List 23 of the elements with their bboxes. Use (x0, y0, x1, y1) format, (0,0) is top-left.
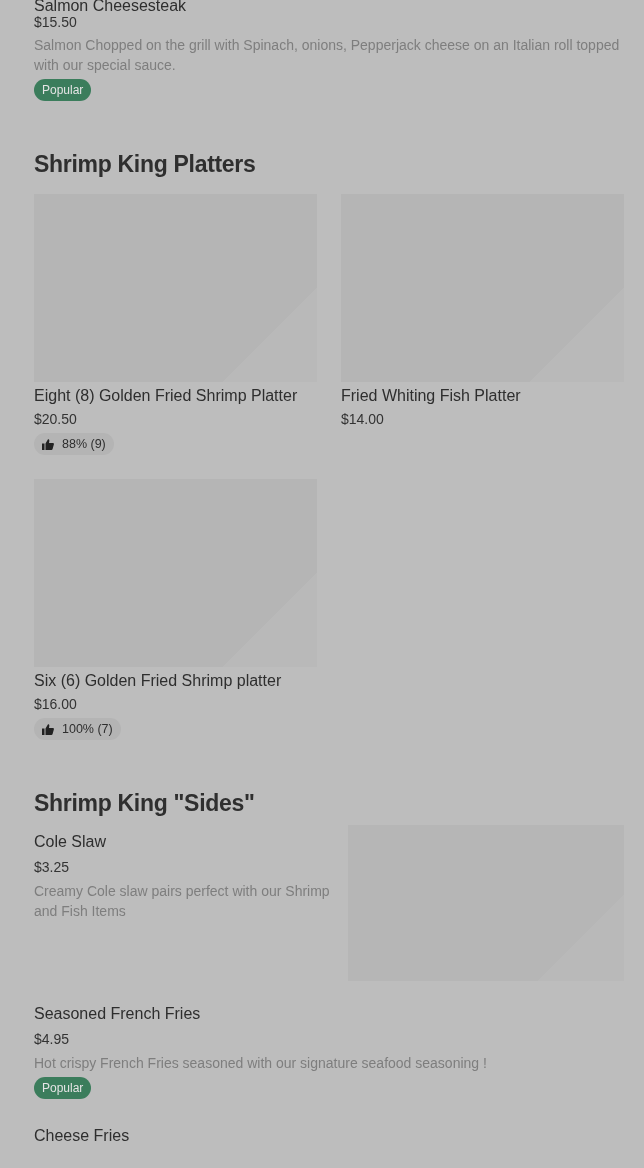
section-heading: Shrimp King "Sides" (34, 790, 256, 817)
item-title[interactable]: Eight (8) Golden Fried Shrimp Platter (34, 387, 317, 405)
item-price: $4.95 (34, 1031, 71, 1047)
item-price: $3.25 (34, 859, 71, 875)
thumbs-up-icon (42, 438, 54, 450)
item-title[interactable]: Seasoned French Fries (34, 1005, 624, 1023)
item-title[interactable]: Six (6) Golden Fried Shrimp platter (34, 672, 317, 690)
thumbs-up-icon (42, 723, 54, 735)
section-heading: Shrimp King Platters (34, 151, 257, 178)
rating-text: 88% (9) (62, 437, 106, 451)
popular-tag: Popular (34, 79, 92, 101)
item-description: Creamy Cole slaw pairs perfect with our Shrimp and Fish Items (34, 882, 331, 921)
item-description: Salmon Chopped on the grill with Spinach, onions, Pepperjack cheese on an Italian roll topped with our special sauce. (34, 36, 621, 75)
item-price: $14.00 (341, 411, 385, 427)
item-description: Hot crispy French Fries seasoned with our signature seafood seasoning ! (34, 1054, 488, 1073)
rating-text: 100% (7) (62, 722, 113, 736)
item-price: $20.50 (34, 411, 78, 427)
item-title[interactable]: Cole Slaw (34, 833, 338, 851)
item-title[interactable]: Fried Whiting Fish Platter (341, 387, 624, 405)
item-title[interactable]: Cheese Fries (34, 1127, 624, 1145)
item-price: $16.00 (34, 696, 78, 712)
item-price: $15.50 (34, 14, 78, 30)
popular-tag: Popular (34, 1077, 92, 1099)
